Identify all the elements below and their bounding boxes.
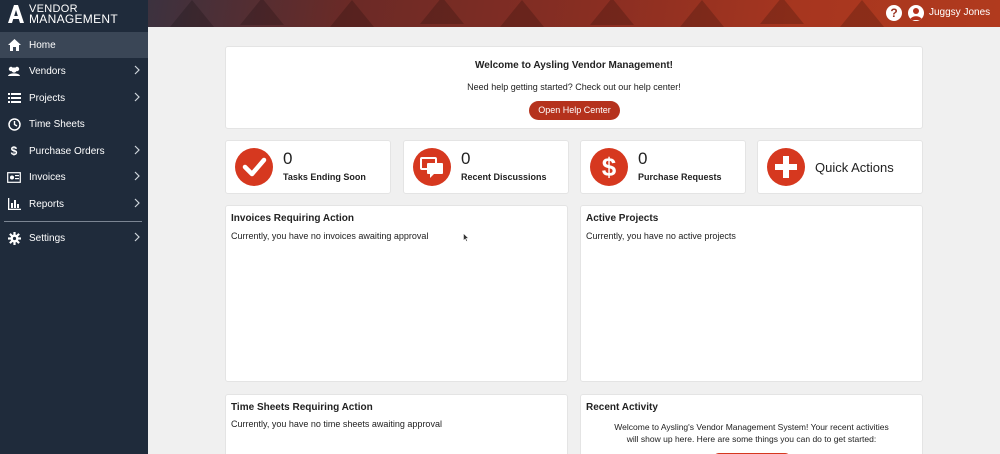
list-icon	[7, 91, 21, 105]
help-icon[interactable]: ?	[886, 5, 902, 21]
sidebar-item-invoices[interactable]: Invoices	[0, 164, 148, 190]
mouse-cursor-icon	[463, 233, 469, 242]
header-pattern	[420, 0, 464, 24]
chevron-right-icon	[134, 232, 140, 242]
header-pattern	[240, 0, 284, 25]
sidebar-item-label: Projects	[29, 92, 66, 104]
dollar-icon: $	[590, 148, 628, 186]
sidebar-item-label: Home	[29, 39, 56, 51]
welcome-card: Welcome to Aysling Vendor Management! Ne…	[225, 46, 923, 129]
stat-count: 0	[461, 149, 471, 168]
chevron-right-icon	[134, 145, 140, 155]
stat-label: Purchase Requests	[638, 172, 722, 182]
user-icon	[910, 8, 922, 20]
brand-line-2: MANAGEMENT	[29, 11, 119, 26]
invoice-icon	[7, 170, 21, 184]
chat-icon	[413, 148, 451, 186]
panel-title: Invoices Requiring Action	[231, 213, 354, 224]
stat-card-discussions[interactable]: 0 Recent Discussions	[403, 140, 569, 194]
user-avatar[interactable]	[908, 5, 924, 21]
sidebar-item-label: Invoices	[29, 171, 66, 183]
sidebar-item-reports[interactable]: Reports	[0, 191, 148, 217]
recent-activity-panel: Recent Activity Welcome to Aysling's Ven…	[580, 394, 923, 454]
stat-card-tasks[interactable]: 0 Tasks Ending Soon	[225, 140, 391, 194]
panel-title: Recent Activity	[586, 402, 658, 413]
gear-icon	[7, 231, 21, 245]
open-help-center-button[interactable]: Open Help Center	[529, 101, 620, 120]
active-projects-panel: Active Projects Currently, you have no a…	[580, 205, 923, 382]
plus-icon	[767, 148, 805, 186]
sidebar-item-label: Settings	[29, 232, 66, 244]
stat-label: Tasks Ending Soon	[283, 172, 366, 182]
sidebar: Home Vendors Projects Time Sheets $ Purc…	[0, 27, 148, 454]
quick-actions-card[interactable]: Quick Actions	[757, 140, 923, 194]
brand-logo[interactable]: VENDOR MANAGEMENT	[0, 0, 148, 27]
welcome-subtitle: Need help getting started? Check out our…	[467, 82, 681, 92]
sidebar-item-label: Reports	[29, 198, 65, 210]
stat-label: Recent Discussions	[461, 172, 547, 182]
home-icon	[7, 38, 21, 52]
dollar-icon: $	[10, 144, 18, 158]
header-pattern	[680, 0, 724, 27]
chevron-right-icon	[134, 92, 140, 102]
activity-intro-text: Welcome to Aysling's Vendor Management S…	[614, 422, 889, 444]
header-pattern	[590, 0, 634, 25]
stat-count: 0	[283, 149, 293, 168]
chevron-right-icon	[134, 198, 140, 208]
sidebar-item-label: Time Sheets	[29, 118, 85, 130]
sidebar-divider	[4, 221, 142, 222]
sidebar-item-projects[interactable]: Projects	[0, 85, 148, 111]
user-name[interactable]: Juggsy Jones	[929, 7, 990, 18]
users-icon	[7, 64, 21, 78]
panel-title: Active Projects	[586, 213, 659, 224]
svg-text:$: $	[602, 152, 617, 182]
welcome-title: Welcome to Aysling Vendor Management!	[475, 60, 673, 71]
header-pattern	[170, 0, 214, 27]
sidebar-item-label: Purchase Orders	[29, 145, 105, 157]
sidebar-item-home[interactable]: Home	[0, 32, 148, 58]
invoices-panel: Invoices Requiring Action Currently, you…	[225, 205, 568, 382]
panel-empty-text: Currently, you have no invoices awaiting…	[231, 231, 429, 241]
panel-empty-text: Currently, you have no active projects	[586, 231, 736, 241]
chevron-right-icon	[134, 65, 140, 75]
quick-actions-label: Quick Actions	[815, 160, 894, 175]
chevron-right-icon	[134, 171, 140, 181]
top-header	[0, 0, 1000, 27]
stat-count: 0	[638, 149, 648, 168]
header-pattern	[840, 0, 884, 27]
brand-name: VENDOR MANAGEMENT	[29, 3, 119, 26]
header-pattern	[500, 0, 544, 27]
sidebar-item-settings[interactable]: Settings	[0, 225, 148, 251]
clock-icon	[7, 117, 21, 131]
sidebar-item-time-sheets[interactable]: Time Sheets	[0, 111, 148, 137]
check-icon	[235, 148, 273, 186]
sidebar-item-purchase-orders[interactable]: $ Purchase Orders	[0, 138, 148, 164]
sidebar-item-vendors[interactable]: Vendors	[0, 58, 148, 84]
aysling-a-logo-icon	[8, 4, 24, 23]
panel-title: Time Sheets Requiring Action	[231, 402, 373, 413]
panel-empty-text: Currently, you have no time sheets await…	[231, 419, 442, 429]
stat-card-purchase-requests[interactable]: $ 0 Purchase Requests	[580, 140, 746, 194]
header-pattern	[760, 0, 804, 24]
sidebar-item-label: Vendors	[29, 65, 66, 77]
time-sheets-panel: Time Sheets Requiring Action Currently, …	[225, 394, 568, 454]
header-pattern	[330, 0, 374, 27]
bar-chart-icon	[7, 197, 21, 211]
